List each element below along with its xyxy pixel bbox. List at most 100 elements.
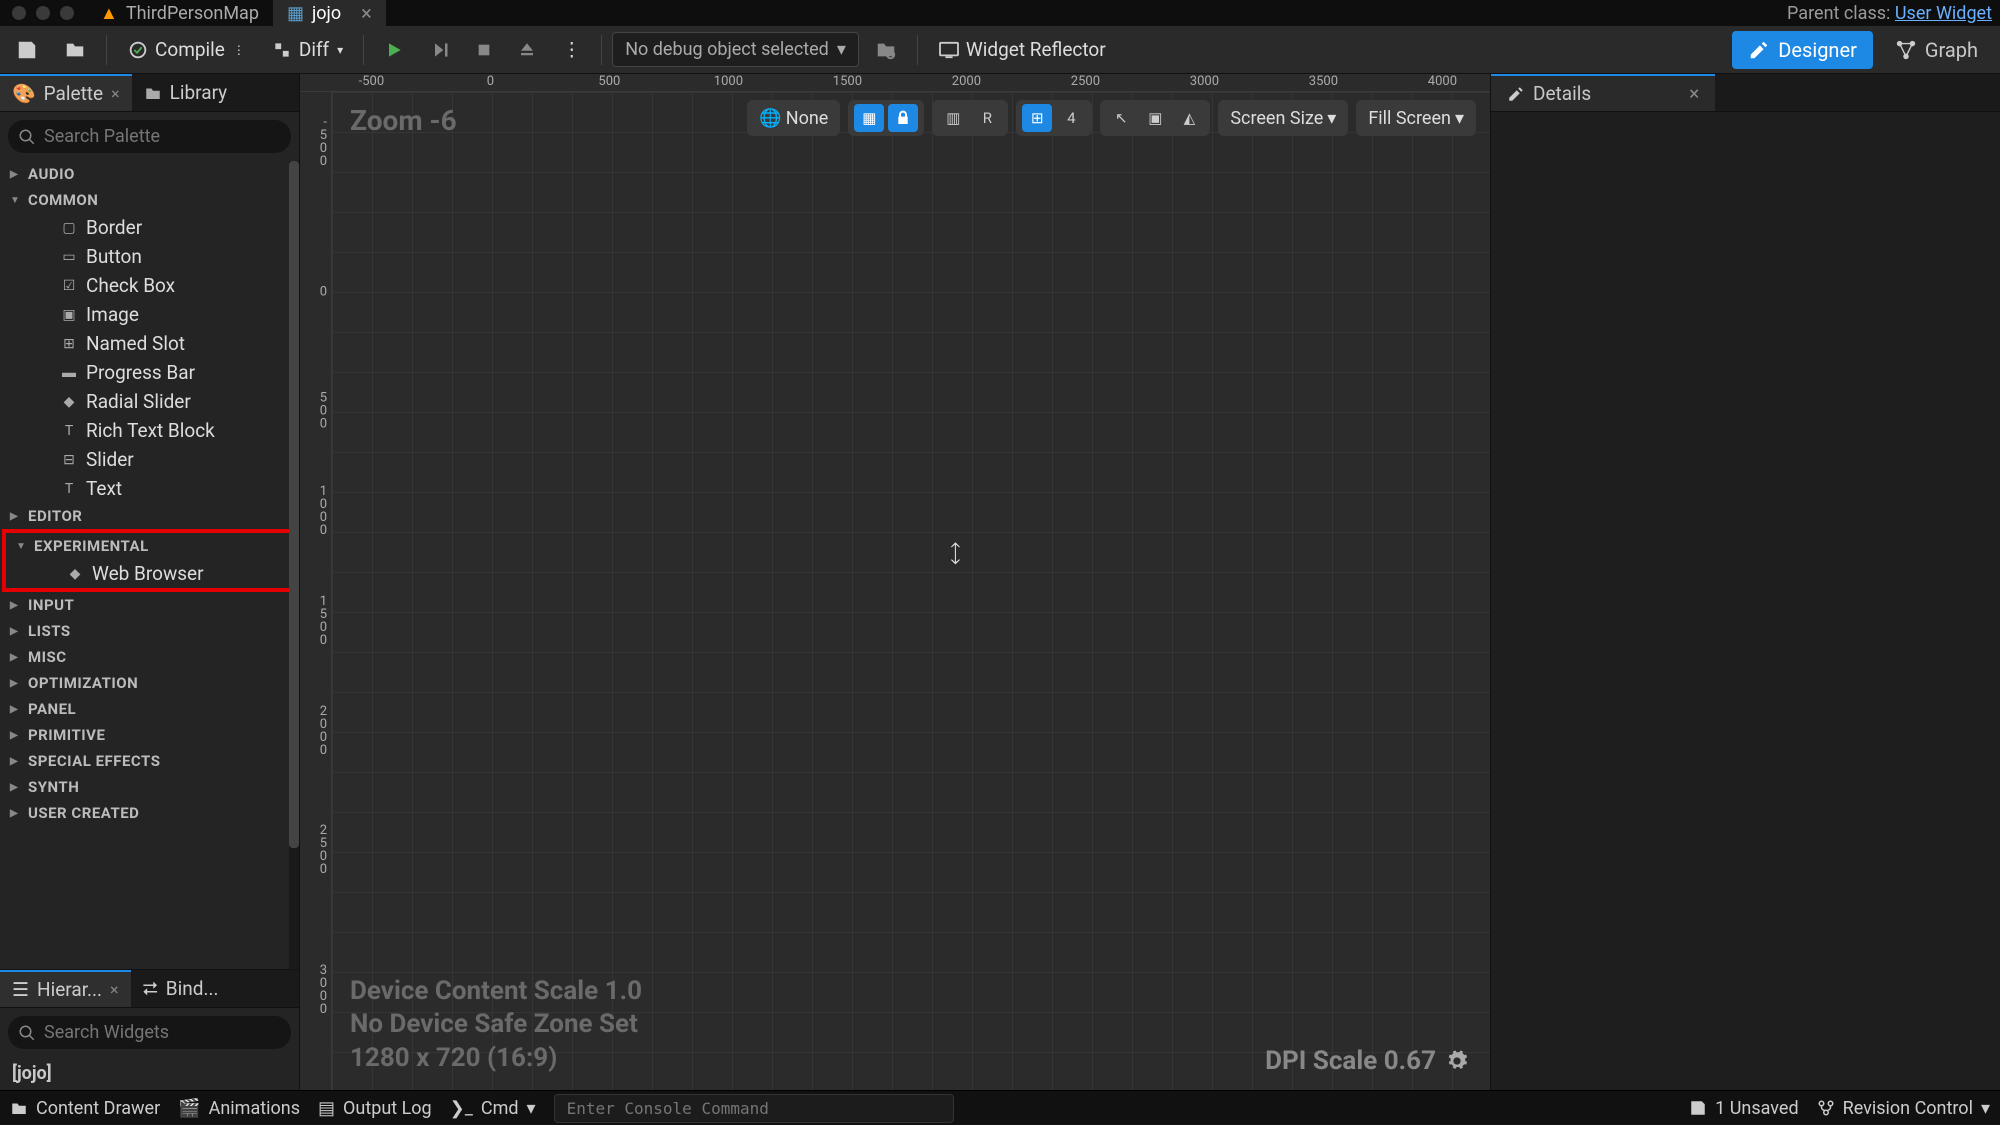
localization-button[interactable]: 🌐 None bbox=[747, 100, 840, 136]
category-common[interactable]: ▼COMMON bbox=[0, 187, 299, 213]
palette-item-button[interactable]: ▭Button bbox=[0, 242, 299, 271]
drawer-icon bbox=[10, 1100, 28, 1116]
layout-transform-group[interactable]: ▦ bbox=[848, 100, 924, 136]
revision-control-button[interactable]: Revision Control ▾ bbox=[1817, 1098, 1990, 1119]
designer-canvas[interactable]: Zoom -6 ⤡ Device Content Scale 1.0 No De… bbox=[332, 92, 1490, 1090]
palette-tree[interactable]: ▶AUDIO ▼COMMON ▢Border ▭Button ☑Check Bo… bbox=[0, 161, 299, 834]
chevron-right-icon: ▶ bbox=[10, 730, 22, 741]
grid-icon[interactable]: ⊞ bbox=[1022, 104, 1052, 132]
tab-details[interactable]: Details × bbox=[1491, 74, 1715, 111]
dashed-outline-toggle[interactable]: ▦ bbox=[854, 104, 884, 132]
window-traffic-lights[interactable] bbox=[0, 6, 86, 20]
chevron-down-icon[interactable]: ▾ bbox=[337, 43, 343, 57]
palette-search-input[interactable] bbox=[44, 126, 281, 147]
tab-hierarchy[interactable]: ☰ Hierar... × bbox=[0, 970, 131, 1007]
hierarchy-search-input[interactable] bbox=[44, 1022, 281, 1043]
gear-icon[interactable] bbox=[1446, 1050, 1468, 1072]
lock-toggle[interactable] bbox=[888, 104, 918, 132]
cmd-dropdown[interactable]: ❯_ Cmd ▾ bbox=[450, 1098, 536, 1119]
unsaved-button[interactable]: 1 Unsaved bbox=[1689, 1098, 1798, 1119]
hierarchy-root[interactable]: [jojo] bbox=[0, 1057, 299, 1090]
parent-class-link[interactable]: User Widget bbox=[1895, 3, 1992, 24]
tab-map[interactable]: ▲ ThirdPersonMap bbox=[86, 0, 273, 26]
save-button[interactable] bbox=[6, 32, 48, 68]
category-audio[interactable]: ▶AUDIO bbox=[0, 161, 299, 187]
dpi-scale: DPI Scale 0.67 bbox=[1265, 1046, 1468, 1076]
palette-icon: 🎨 bbox=[12, 82, 36, 105]
palette-item-named-slot[interactable]: ⊞Named Slot bbox=[0, 329, 299, 358]
play-icon bbox=[384, 40, 404, 60]
ruler-vertical[interactable]: - 5 0 0 0 5 0 0 1 0 0 0 1 5 0 0 2 0 0 0 … bbox=[300, 92, 332, 1090]
palette-item-border[interactable]: ▢Border bbox=[0, 213, 299, 242]
palette-item-slider[interactable]: ⊟Slider bbox=[0, 445, 299, 474]
close-icon[interactable]: × bbox=[111, 84, 120, 103]
respect-locks-group[interactable]: ▥ R bbox=[932, 100, 1008, 136]
chevron-down-icon[interactable]: ⋮ bbox=[233, 43, 245, 57]
step-button[interactable] bbox=[420, 32, 460, 68]
palette-item-radial-slider[interactable]: ◆Radial Slider bbox=[0, 387, 299, 416]
category-optimization[interactable]: ▶OPTIMIZATION bbox=[0, 670, 299, 696]
layout-icon[interactable]: ▥ bbox=[938, 104, 968, 132]
close-icon[interactable]: × bbox=[1689, 82, 1699, 105]
close-window-dot[interactable] bbox=[12, 6, 26, 20]
hierarchy-search[interactable] bbox=[8, 1016, 291, 1049]
find-button[interactable] bbox=[865, 32, 907, 68]
tab-widget[interactable]: ▦ jojo × bbox=[273, 0, 386, 26]
triangle-icon[interactable]: ◭ bbox=[1174, 104, 1204, 132]
grid-value[interactable]: 4 bbox=[1056, 104, 1086, 132]
category-misc[interactable]: ▶MISC bbox=[0, 644, 299, 670]
diff-button[interactable]: Diff ▾ bbox=[261, 32, 353, 68]
widget-reflector-button[interactable]: Widget Reflector bbox=[928, 32, 1116, 68]
bullet-icon: ◆ bbox=[66, 565, 84, 583]
image-preview-icon[interactable]: ▣ bbox=[1140, 104, 1170, 132]
minimize-window-dot[interactable] bbox=[36, 6, 50, 20]
category-primitive[interactable]: ▶PRIMITIVE bbox=[0, 722, 299, 748]
maximize-window-dot[interactable] bbox=[60, 6, 74, 20]
scrollbar-thumb[interactable] bbox=[289, 161, 299, 848]
palette-scrollbar[interactable] bbox=[289, 161, 299, 969]
category-lists[interactable]: ▶LISTS bbox=[0, 618, 299, 644]
screen-size-dropdown[interactable]: Screen Size ▾ bbox=[1218, 100, 1348, 136]
tab-bindings[interactable]: ⮂ Bind... bbox=[131, 970, 231, 1007]
category-editor[interactable]: ▶EDITOR bbox=[0, 503, 299, 529]
category-synth[interactable]: ▶SYNTH bbox=[0, 774, 299, 800]
animations-button[interactable]: 🎬 Animations bbox=[178, 1098, 300, 1119]
palette-item-text[interactable]: TText bbox=[0, 474, 299, 503]
designer-label: Designer bbox=[1778, 38, 1857, 62]
compile-icon bbox=[127, 39, 149, 61]
category-input[interactable]: ▶INPUT bbox=[0, 592, 299, 618]
ruler-horizontal[interactable]: -500 0 500 1000 1500 2000 2500 3000 3500… bbox=[300, 74, 1490, 92]
compile-button[interactable]: Compile ⋮ bbox=[117, 32, 255, 68]
close-icon[interactable]: × bbox=[110, 980, 119, 999]
category-user-created[interactable]: ▶USER CREATED bbox=[0, 800, 299, 826]
play-options-button[interactable]: ⋮ bbox=[552, 32, 591, 68]
close-icon[interactable]: × bbox=[361, 1, 372, 25]
palette-search[interactable] bbox=[8, 120, 291, 153]
chevron-right-icon: ▶ bbox=[10, 652, 22, 663]
debug-object-dropdown[interactable]: No debug object selected ▾ bbox=[612, 32, 859, 67]
stop-button[interactable] bbox=[466, 32, 502, 68]
output-log-button[interactable]: ▤ Output Log bbox=[318, 1098, 432, 1119]
tab-library[interactable]: Library bbox=[132, 74, 240, 111]
palette-item-web-browser[interactable]: ◆Web Browser bbox=[6, 559, 293, 588]
console-input[interactable] bbox=[554, 1094, 954, 1123]
designer-mode-button[interactable]: Designer bbox=[1732, 31, 1873, 69]
category-experimental[interactable]: ▼EXPERIMENTAL bbox=[6, 533, 293, 559]
browse-button[interactable] bbox=[54, 32, 96, 68]
content-drawer-button[interactable]: Content Drawer bbox=[10, 1098, 160, 1119]
palette-item-image[interactable]: ▣Image bbox=[0, 300, 299, 329]
palette-item-checkbox[interactable]: ☑Check Box bbox=[0, 271, 299, 300]
palette-item-progress-bar[interactable]: ▬Progress Bar bbox=[0, 358, 299, 387]
cursor-icon[interactable]: ↖ bbox=[1106, 104, 1136, 132]
category-panel[interactable]: ▶PANEL bbox=[0, 696, 299, 722]
category-special-effects[interactable]: ▶SPECIAL EFFECTS bbox=[0, 748, 299, 774]
fill-screen-dropdown[interactable]: Fill Screen ▾ bbox=[1356, 100, 1476, 136]
preview-group[interactable]: ↖ ▣ ◭ bbox=[1100, 100, 1210, 136]
palette-item-rich-text[interactable]: TRich Text Block bbox=[0, 416, 299, 445]
play-button[interactable] bbox=[374, 32, 414, 68]
graph-mode-button[interactable]: Graph bbox=[1879, 31, 1994, 69]
eject-button[interactable] bbox=[508, 32, 546, 68]
tab-palette[interactable]: 🎨 Palette × bbox=[0, 74, 132, 111]
grid-snap-group[interactable]: ⊞ 4 bbox=[1016, 100, 1092, 136]
reflector-icon bbox=[938, 39, 960, 61]
